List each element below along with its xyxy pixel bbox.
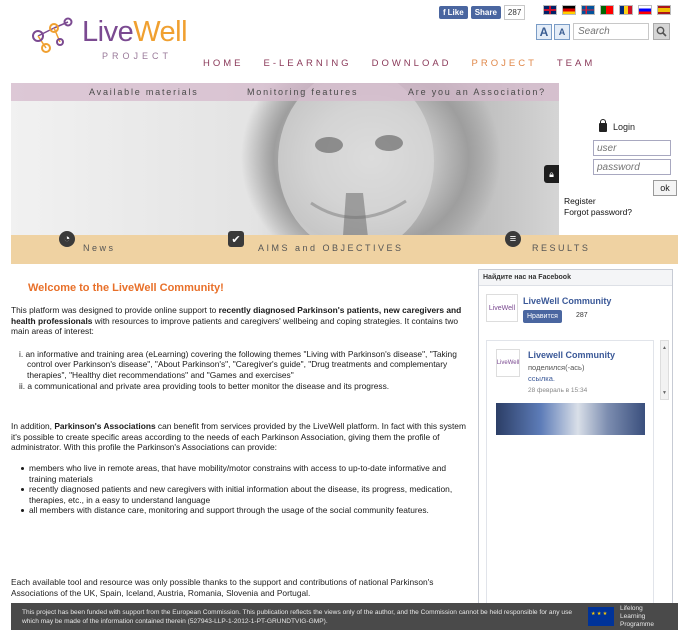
flag-german-icon[interactable] — [562, 5, 576, 15]
associations-paragraph: In addition, Parkinson's Associations ca… — [11, 421, 468, 453]
facebook-share-button[interactable]: Share — [470, 6, 501, 19]
facebook-like-label: Like — [447, 8, 464, 17]
facebook-share-count: 287 — [503, 5, 526, 20]
nav-team[interactable]: TEAM — [557, 58, 595, 69]
banner-association-link[interactable]: Are you an Association? — [408, 87, 546, 97]
logo-project: PROJECT — [102, 51, 173, 61]
llp-line1: Lifelong — [620, 605, 643, 612]
page-name-link[interactable]: LiveWell Community — [523, 296, 611, 306]
list-item: all members with distance care, monitori… — [21, 505, 468, 516]
banner-results-link[interactable]: RESULTS — [532, 243, 590, 253]
flag-english-icon[interactable] — [543, 5, 557, 15]
post-link[interactable]: ссылка. — [528, 374, 555, 383]
facebook-widget-header: Найдите нас на Facebook — [479, 270, 672, 286]
flag-portuguese-icon[interactable] — [600, 5, 614, 15]
results-icon[interactable]: ≡ — [505, 231, 521, 247]
padlock-icon — [599, 118, 607, 132]
main-content: This platform was designed to provide on… — [11, 305, 468, 516]
page-avatar[interactable]: LiveWell — [486, 294, 518, 322]
login-panel: Login ok Register Forgot password? — [559, 83, 678, 235]
increase-font-button[interactable]: A — [536, 24, 552, 40]
banner-monitoring-features[interactable]: Monitoring features — [247, 87, 358, 97]
intro-paragraph: This platform was designed to provide on… — [11, 305, 468, 337]
post-action: поделился(-ась) — [528, 363, 585, 372]
list-item: recently diagnosed patients and new care… — [21, 484, 468, 505]
login-label: Login — [613, 122, 636, 132]
scroll-up-icon[interactable]: ▲ — [662, 345, 667, 351]
post-author-link[interactable]: Livewell Community — [528, 350, 615, 360]
hero-banner: Available materials Monitoring features … — [11, 83, 678, 264]
llp-line3: Programme — [620, 621, 654, 628]
post-date[interactable]: 28 февраль в 15:34 — [528, 387, 587, 394]
flag-slovenian-icon[interactable] — [638, 5, 652, 15]
intro-text: This platform was designed to provide on… — [11, 305, 219, 315]
search-icon — [656, 26, 667, 37]
register-link[interactable]: Register — [564, 196, 596, 206]
facebook-widget: Найдите нас на Facebook LiveWell LiveWel… — [478, 269, 673, 605]
molecule-logo-icon — [32, 17, 73, 53]
banner-aims-link[interactable]: AIMS and OBJECTIVES — [258, 243, 404, 253]
banner-news-link[interactable]: News — [83, 243, 116, 253]
services-list: members who live in remote areas, that h… — [11, 463, 468, 516]
checkmark-icon[interactable]: ✔ — [228, 231, 244, 247]
login-ok-button[interactable]: ok — [653, 180, 677, 196]
nav-e-learning[interactable]: E-LEARNING — [264, 58, 352, 69]
logo-wordmark: LiveWell — [82, 16, 188, 49]
list-item: members who live in remote areas, that h… — [21, 463, 468, 484]
areas-list: i. an informative and training area (eLe… — [11, 349, 468, 391]
banner-available-materials[interactable]: Available materials — [89, 87, 199, 97]
widget-scrollbar[interactable]: ▲ ▼ — [660, 340, 669, 400]
welcome-heading: Welcome to the LiveWell Community! — [28, 282, 224, 294]
llp-line2: Learning — [620, 613, 646, 620]
decrease-font-button[interactable]: A — [554, 24, 570, 40]
login-lock-tab[interactable]: 🔒︎ — [544, 165, 559, 183]
language-selector — [543, 5, 671, 15]
closing-paragraph: Each available tool and resource was onl… — [11, 577, 434, 598]
main-nav: HOME E-LEARNING DOWNLOAD PROJECT TEAM — [203, 58, 595, 69]
logo-well: Well — [133, 16, 188, 48]
list-item: ii. a communicational and private area p… — [19, 380, 390, 391]
livewell-logo[interactable]: LiveWell PROJECT — [24, 14, 188, 64]
lock-icon: 🔒︎ — [549, 168, 554, 179]
assoc-bold: Parkinson's Associations — [54, 421, 156, 432]
scroll-down-icon[interactable]: ▼ — [662, 390, 667, 396]
facebook-page-like-button[interactable]: Нравится — [523, 310, 562, 323]
site-footer: This project has been funded with suppor… — [11, 603, 678, 630]
page-like-count: 287 — [576, 312, 588, 319]
post-avatar[interactable]: LiveWell — [496, 349, 520, 377]
login-title: Login — [599, 118, 636, 132]
assoc-text: In addition, — [11, 421, 55, 432]
flag-icelandic-icon[interactable] — [581, 5, 595, 15]
search-button[interactable] — [653, 23, 670, 40]
facebook-post: LiveWell Livewell Community поделился(-а… — [486, 340, 654, 604]
password-input[interactable] — [593, 159, 671, 175]
nav-download[interactable]: DOWNLOAD — [372, 58, 452, 69]
logo-live: Live — [82, 16, 134, 48]
rss-icon[interactable]: ◔ — [59, 231, 75, 247]
post-image[interactable] — [496, 403, 645, 435]
list-item: i. an informative and training area (eLe… — [19, 348, 457, 380]
flag-spanish-icon[interactable] — [657, 5, 671, 15]
nav-home[interactable]: HOME — [203, 58, 244, 69]
facebook-icon: f — [443, 8, 446, 17]
facebook-like-button[interactable]: f Like — [439, 6, 468, 19]
flag-romanian-icon[interactable] — [619, 5, 633, 15]
font-size-controls: A A — [536, 24, 570, 40]
forgot-password-link[interactable]: Forgot password? — [564, 207, 632, 217]
eu-flag-icon — [588, 607, 614, 626]
footer-disclaimer: This project has been funded with suppor… — [22, 609, 573, 625]
social-share-bar: f Like Share 287 — [439, 5, 526, 20]
lifelong-learning-logo: Lifelong Learning Programme — [620, 605, 654, 629]
banner-top-menu: Available materials Monitoring features … — [11, 83, 559, 101]
search-input[interactable] — [573, 23, 649, 40]
username-input[interactable] — [593, 140, 671, 156]
nav-project[interactable]: PROJECT — [472, 58, 537, 69]
